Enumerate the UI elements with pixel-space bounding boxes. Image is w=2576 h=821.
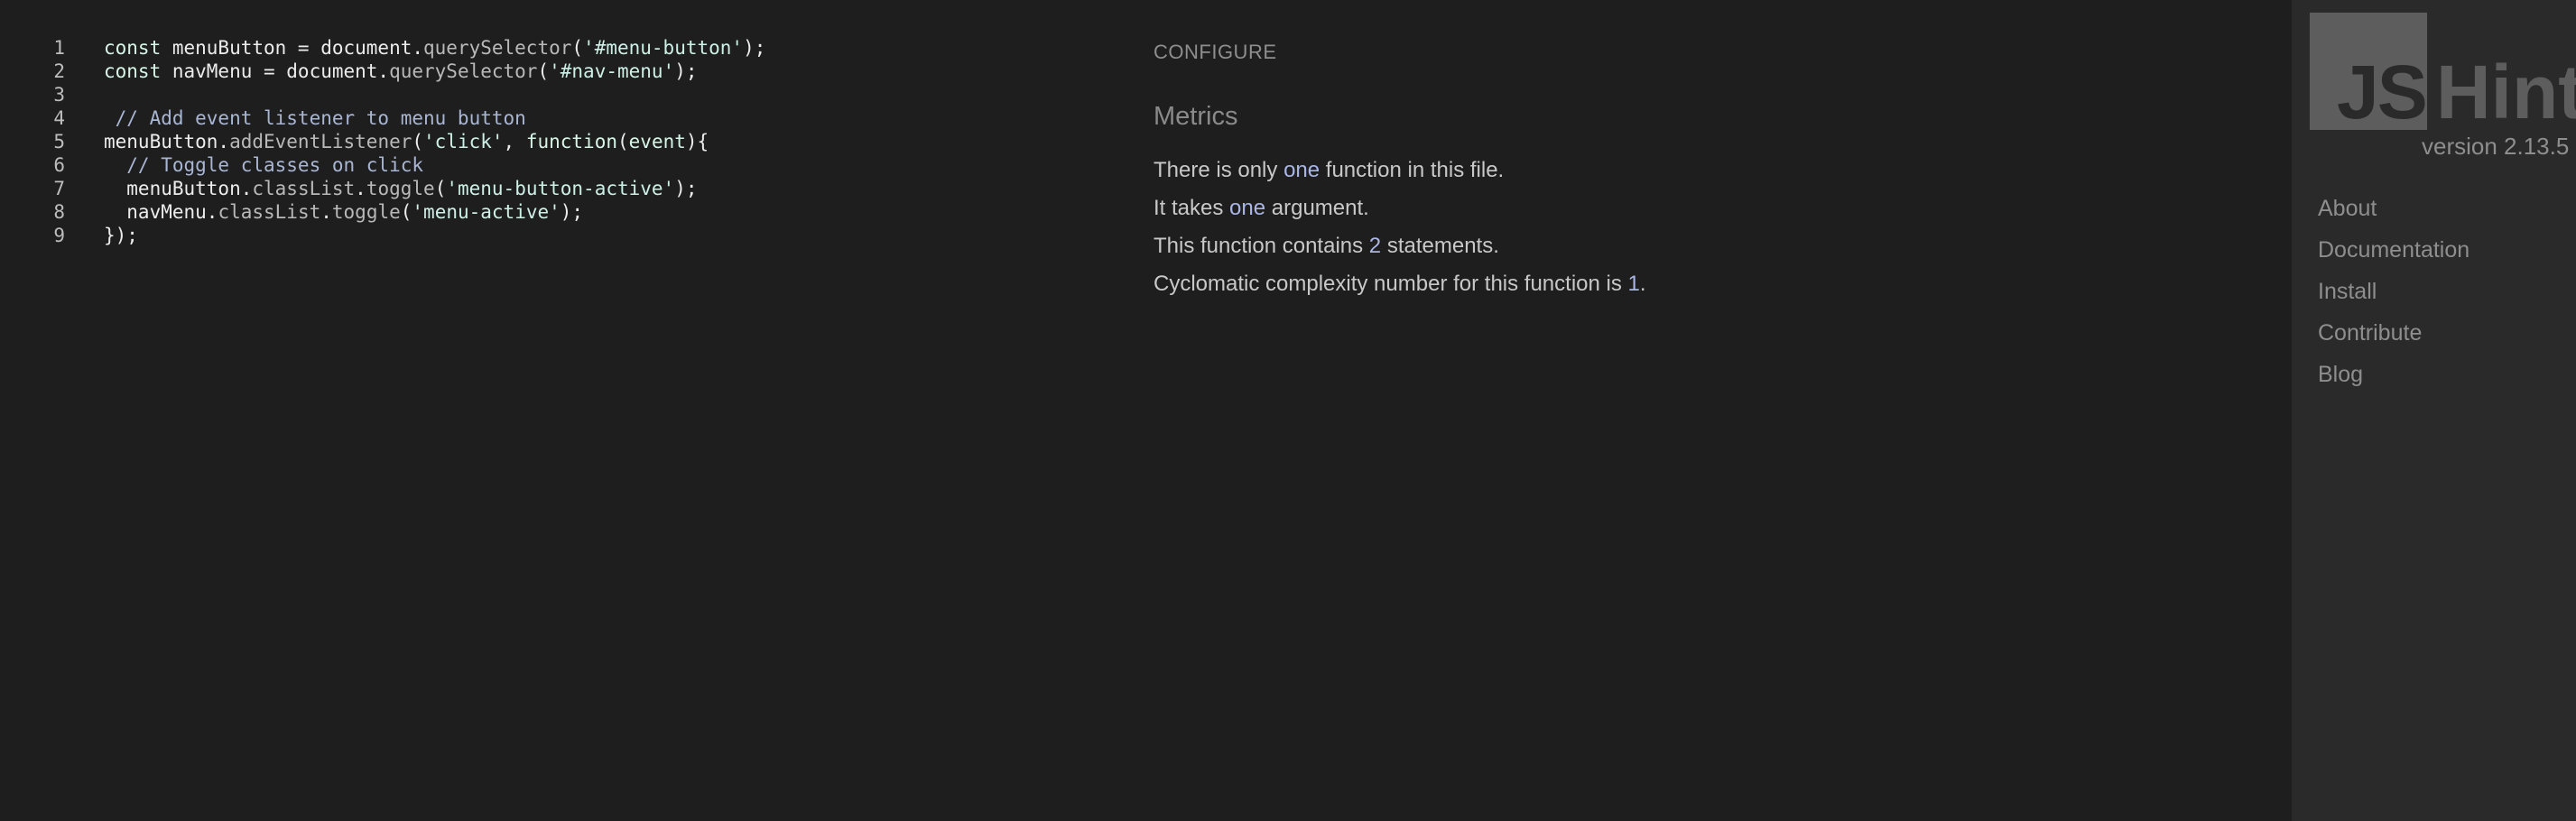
sidebar-nav: About Documentation Install Contribute Blog — [2318, 188, 2469, 395]
logo-js-text: JS — [2337, 50, 2428, 134]
code-token: ( — [617, 131, 629, 152]
line-code: navMenu.classList.toggle('menu-active'); — [104, 200, 583, 224]
code-token: classList — [218, 201, 321, 223]
code-token: toggle — [331, 201, 401, 223]
metric-text: . — [1639, 272, 1646, 296]
line-number: 9 — [53, 225, 65, 246]
code-token: ( — [571, 37, 584, 59]
metric-text: This function contains — [1154, 234, 1369, 258]
code-token: querySelector — [423, 37, 572, 59]
nav-about[interactable]: About — [2318, 188, 2469, 229]
line-code: }); — [104, 224, 138, 247]
code-token: ( — [400, 201, 412, 223]
logo-hint-text: Hint — [2436, 50, 2576, 134]
sidebar: JS Hint version 2.13.5 About Documentatio… — [2292, 0, 2576, 821]
code-token: classList — [252, 178, 356, 199]
metric-item: There is only one function in this file. — [1154, 152, 1646, 189]
line-number: 3 — [53, 84, 65, 106]
code-token: navMenu. — [104, 201, 218, 223]
code-token: menuButton. — [104, 178, 253, 199]
report-panel: CONFIGURE Metrics There is only one func… — [1154, 0, 2237, 821]
code-token: 'menu-active' — [412, 201, 561, 223]
metric-text: function in this file. — [1320, 158, 1505, 182]
nav-documentation[interactable]: Documentation — [2318, 229, 2469, 271]
code-token: ); — [560, 201, 584, 223]
metric-value: one — [1229, 196, 1266, 220]
code-token: menuButton. — [104, 131, 230, 152]
code-token: ); — [674, 60, 698, 82]
line-number: 1 — [53, 37, 65, 59]
code-token: , — [503, 131, 526, 152]
line-code: menuButton.addEventListener('click', fun… — [104, 130, 709, 153]
metrics-heading: Metrics — [1154, 102, 1238, 131]
line-code: // Toggle classes on click — [104, 153, 423, 177]
metric-text: argument. — [1265, 196, 1369, 220]
metric-item: Cyclomatic complexity number for this fu… — [1154, 265, 1646, 303]
metric-value: one — [1283, 158, 1320, 182]
metric-text: Cyclomatic complexity number for this fu… — [1154, 272, 1628, 296]
line-code: // Add event listener to menu button — [104, 106, 526, 130]
code-token: . — [320, 201, 332, 223]
code-token: ( — [412, 131, 424, 152]
code-token: const — [104, 37, 162, 59]
metric-text: statements. — [1381, 234, 1499, 258]
jshint-logo[interactable]: JS Hint — [2310, 13, 2576, 130]
code-token: const — [104, 60, 162, 82]
code-editor[interactable]: 1 const menuButton = document.querySelect… — [0, 0, 1119, 821]
line-number: 5 — [53, 131, 65, 152]
code-token: 'menu-button-active' — [446, 178, 675, 199]
configure-link[interactable]: CONFIGURE — [1154, 41, 1277, 64]
nav-install[interactable]: Install — [2318, 271, 2469, 312]
line-code: const menuButton = document.querySelecto… — [104, 36, 765, 60]
code-token: // Add event listener to menu button — [104, 107, 526, 129]
code-token: ); — [674, 178, 698, 199]
code-token: menuButton = document. — [161, 37, 424, 59]
line-number: 8 — [53, 201, 65, 223]
metric-value: 2 — [1368, 234, 1382, 258]
line-number: 4 — [53, 107, 65, 129]
code-token: ); — [743, 37, 766, 59]
code-token: 'click' — [423, 131, 504, 152]
line-number: 2 — [53, 60, 65, 82]
code-token: addEventListener — [229, 131, 412, 152]
line-number: 7 — [53, 178, 65, 199]
code-token: // Toggle classes on click — [104, 154, 424, 176]
code-token: '#nav-menu' — [549, 60, 675, 82]
line-code: menuButton.classList.toggle('menu-button… — [104, 177, 698, 200]
metric-text: It takes — [1154, 196, 1230, 220]
code-token: ){ — [685, 131, 709, 152]
code-token: querySelector — [389, 60, 538, 82]
code-token: }); — [104, 225, 138, 246]
code-token: event — [628, 131, 686, 152]
nav-blog[interactable]: Blog — [2318, 354, 2469, 395]
line-code: const navMenu = document.querySelector('… — [104, 60, 698, 83]
code-token: ( — [434, 178, 447, 199]
version-label: version 2.13.5 — [2422, 133, 2570, 160]
code-token: function — [525, 131, 617, 152]
metric-item: It takes one argument. — [1154, 189, 1646, 227]
code-token: '#menu-button' — [583, 37, 744, 59]
metric-text: There is only — [1154, 158, 1284, 182]
code-token: toggle — [366, 178, 435, 199]
metric-item: This function contains 2 statements. — [1154, 227, 1646, 265]
code-token: ( — [537, 60, 550, 82]
code-token: navMenu = document. — [161, 60, 390, 82]
metrics-list: There is only one function in this file.… — [1154, 152, 1646, 303]
line-number: 6 — [53, 154, 65, 176]
metric-value: 1 — [1627, 272, 1640, 296]
code-token: . — [355, 178, 366, 199]
nav-contribute[interactable]: Contribute — [2318, 312, 2469, 354]
